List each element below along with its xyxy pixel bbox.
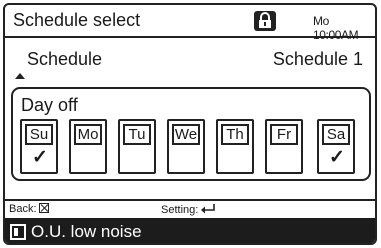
checkmark-icon: ✓: [32, 147, 48, 168]
enter-arrow-icon: [201, 204, 216, 214]
status-text: O.U. low noise: [31, 222, 142, 241]
day-name: Fr: [270, 124, 298, 145]
day-toggle-th[interactable]: Th: [216, 119, 254, 174]
checkmark-icon: [128, 148, 148, 168]
schedule-label: Schedule: [27, 49, 103, 69]
day-toggle-fr[interactable]: Fr: [265, 119, 303, 174]
status-bar: O.U. low noise: [5, 218, 375, 243]
clock-display: Mo 10:00AM: [313, 14, 359, 42]
header-bar: Schedule select Mo 10:00AM: [5, 5, 375, 42]
setting-hint: Setting:: [161, 203, 216, 216]
day-toggle-sa[interactable]: Sa ✓: [317, 119, 355, 174]
day-toggle-tu[interactable]: Tu: [118, 119, 156, 174]
day-toggle-mo[interactable]: Mo: [69, 119, 107, 174]
day-name: Tu: [123, 124, 151, 145]
day-toggle-su[interactable]: Su ✓: [20, 119, 58, 174]
day-off-panel: Day off Su ✓ Mo Tu We Th Fr Sa ✓: [11, 87, 371, 181]
checkmark-icon: ✓: [329, 147, 345, 168]
button-hints: Back: Setting:: [5, 199, 375, 217]
setting-hint-label: Setting:: [161, 204, 199, 216]
back-button-icon: [38, 203, 49, 213]
day-off-label: Day off: [21, 95, 78, 115]
checkmark-icon: [275, 148, 295, 168]
checkmark-icon: [226, 148, 246, 168]
day-name: Su: [25, 124, 53, 145]
day-name: Sa: [322, 124, 350, 145]
schedule-value: Schedule 1: [272, 49, 363, 69]
day-name: We: [172, 124, 200, 145]
checkmark-icon: [177, 148, 197, 168]
schedule-selector[interactable]: Schedule Schedule 1: [5, 45, 375, 79]
day-name: Mo: [74, 124, 102, 145]
controller-screen: Schedule select Mo 10:00AM Schedule Sche…: [3, 3, 377, 245]
day-name: Th: [221, 124, 249, 145]
back-hint: Back:: [9, 203, 49, 215]
back-hint-label: Back:: [9, 203, 37, 215]
outdoor-unit-icon: [10, 224, 26, 240]
checkmark-icon: [79, 148, 99, 168]
scroll-up-arrow-icon: [15, 73, 25, 79]
screen-title: Schedule select: [13, 10, 141, 30]
day-toggle-we[interactable]: We: [167, 119, 205, 174]
lock-icon: [254, 11, 276, 31]
